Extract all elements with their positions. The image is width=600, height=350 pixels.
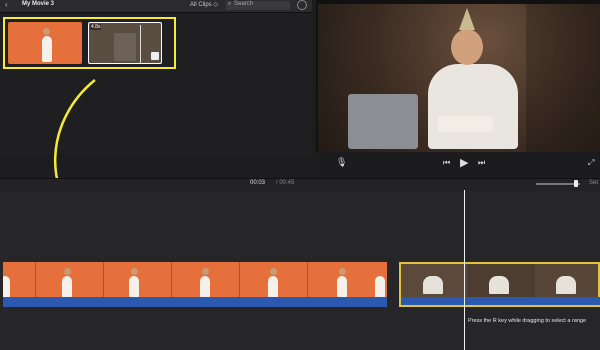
person-shirt [423, 276, 443, 294]
frame-divider [103, 262, 104, 297]
person-head [64, 268, 71, 275]
person-figure [375, 276, 385, 298]
skip-back-icon[interactable]: ⏮ [443, 158, 450, 168]
timeline-audio-bar [3, 297, 387, 307]
playback-controls: 🎙 ⏮ ▶ ⏭ ⤢ [316, 152, 600, 178]
shelf-area [526, 4, 600, 152]
person-figure [337, 276, 347, 298]
person-face [451, 29, 483, 65]
range-hint-tooltip: Press the R key while dragging to select… [468, 318, 587, 324]
frame-divider [307, 262, 308, 297]
video-preview [318, 4, 600, 152]
skip-forward-icon[interactable]: ⏭ [478, 158, 485, 168]
person-figure [200, 276, 210, 298]
microphone-icon[interactable]: 🎙 [336, 157, 347, 168]
current-timecode: 00:03 [250, 180, 266, 186]
person-figure [62, 276, 72, 298]
frame-divider [171, 262, 172, 297]
person-head [270, 268, 277, 275]
zoom-slider-knob[interactable] [574, 180, 578, 187]
total-duration: / 00:45 [276, 180, 295, 186]
fullscreen-icon[interactable]: ⤢ [588, 158, 594, 168]
party-hat [459, 8, 475, 30]
person-figure [129, 276, 139, 298]
person-figure [3, 276, 10, 298]
person-figure [268, 276, 278, 298]
play-icon[interactable]: ▶ [460, 156, 468, 169]
laptop [348, 94, 418, 149]
playhead[interactable] [464, 190, 465, 350]
person-shirt [489, 276, 509, 294]
timeline-audio-bar [401, 297, 600, 305]
person-shirt [556, 276, 576, 294]
person-head [131, 268, 138, 275]
person-head [202, 268, 209, 275]
timecode-bar [0, 178, 600, 191]
person-shirt [428, 64, 518, 149]
person-head [339, 268, 346, 275]
frame-divider [239, 262, 240, 297]
frame-divider [35, 262, 36, 297]
timeline-settings[interactable]: Set [589, 180, 598, 186]
birthday-cake [438, 116, 493, 132]
